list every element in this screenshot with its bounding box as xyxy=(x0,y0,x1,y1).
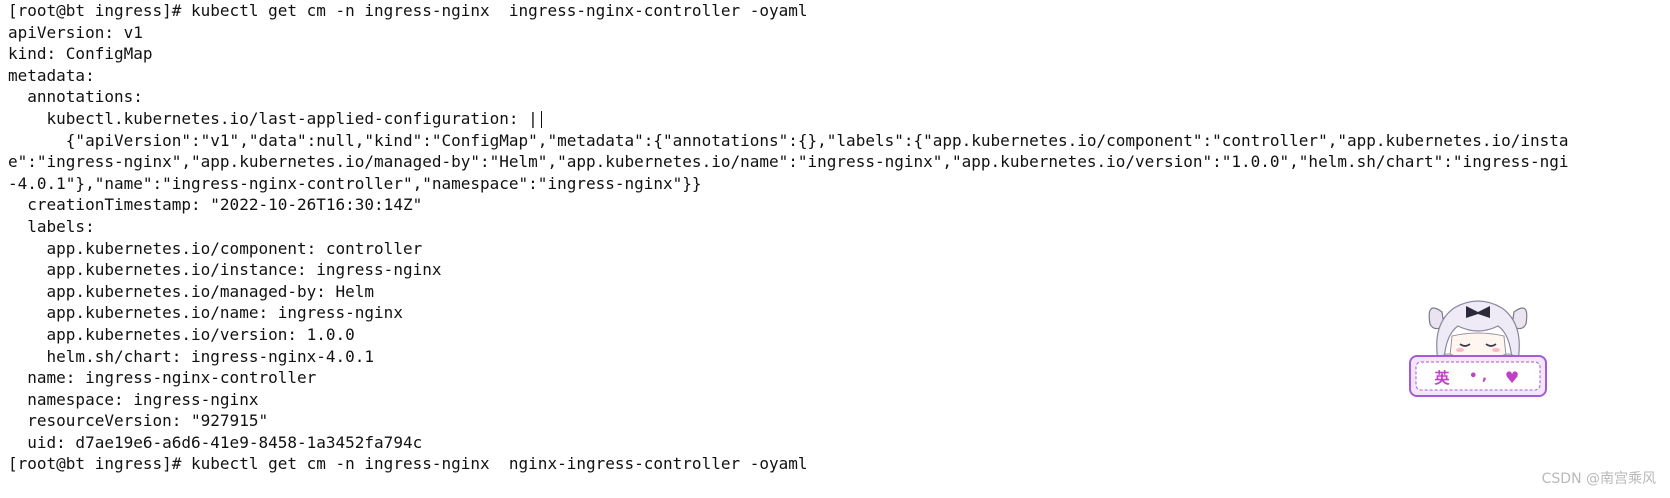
terminal-line: -4.0.1"},"name":"ingress-nginx-controlle… xyxy=(8,173,702,193)
terminal-output: [root@bt ingress]# kubectl get cm -n ing… xyxy=(8,0,1568,498)
terminal-line: apiVersion: v1 xyxy=(8,22,143,42)
terminal-line-last-applied: kubectl.kubernetes.io/last-applied-confi… xyxy=(8,108,1568,130)
terminal-line: e":"ingress-nginx","app.kubernetes.io/ma… xyxy=(8,152,1568,172)
terminal-line: {"apiVersion":"v1","data":null,"kind":"C… xyxy=(8,130,1568,150)
terminal-line: namespace: ingress-nginx xyxy=(8,389,259,409)
terminal-line: annotations: xyxy=(8,87,143,107)
terminal-line: resourceVersion: "927915" xyxy=(8,411,269,431)
terminal-line: app.kubernetes.io/component: controller xyxy=(8,238,423,258)
terminal-line: kind: ConfigMap xyxy=(8,44,153,64)
terminal-line: uid: d7ae19e6-a6d6-41e9-8458-1a3452fa794… xyxy=(8,432,423,452)
sticker-glyph-left: 英 xyxy=(1434,369,1450,387)
terminal-line: helm.sh/chart: ingress-nginx-4.0.1 xyxy=(8,346,375,366)
sticker-glyph-mid: • , xyxy=(1469,369,1487,384)
terminal-line: app.kubernetes.io/instance: ingress-ngin… xyxy=(8,260,442,280)
terminal-line-command: [root@bt ingress]# kubectl get cm -n ing… xyxy=(8,454,808,474)
terminal-line: name: ingress-nginx-controller xyxy=(8,368,317,388)
terminal-line: app.kubernetes.io/version: 1.0.0 xyxy=(8,324,355,344)
terminal-line: creationTimestamp: "2022-10-26T16:30:14Z… xyxy=(8,195,423,215)
watermark: CSDN @南宫乘风 xyxy=(1541,471,1656,487)
text-cursor xyxy=(540,110,542,128)
terminal-line: labels: xyxy=(8,216,95,236)
terminal-line: metadata: xyxy=(8,65,95,85)
terminal-line-text: kubectl.kubernetes.io/last-applied-confi… xyxy=(8,108,538,128)
sticker-heart-icon: ♥ xyxy=(1505,368,1519,387)
terminal-line: app.kubernetes.io/name: ingress-nginx xyxy=(8,303,403,323)
mascot-sticker-icon: 英 • , ♥ xyxy=(1409,300,1547,397)
terminal-line: app.kubernetes.io/managed-by: Helm xyxy=(8,281,375,301)
terminal-line-command: [root@bt ingress]# kubectl get cm -n ing… xyxy=(8,1,808,20)
